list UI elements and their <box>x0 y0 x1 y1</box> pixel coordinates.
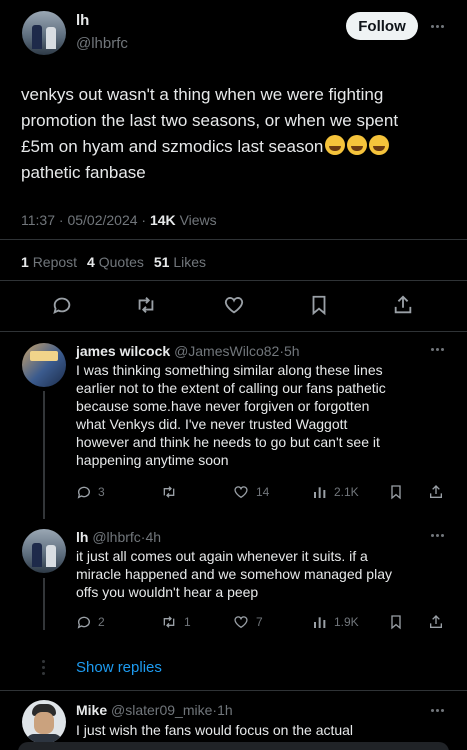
tweet-text-line: venkys out wasn't a thing when we were f… <box>21 85 384 104</box>
reposts-stat[interactable]: 1 Repost <box>21 254 77 270</box>
share-icon[interactable] <box>428 484 444 500</box>
tweet-time[interactable]: 11:37 <box>21 212 55 228</box>
thread-line <box>43 578 45 630</box>
reply-display-name[interactable]: Mike <box>76 702 107 718</box>
reply-count-button[interactable]: 3 <box>76 484 105 500</box>
divider <box>0 690 467 691</box>
reply-text: it just all comes out again whenever it … <box>76 548 392 600</box>
tweet-date[interactable]: 05/02/2024 <box>67 212 137 228</box>
reply-avatar[interactable] <box>22 700 66 744</box>
likes-stat[interactable]: 51 Likes <box>154 254 206 270</box>
repost-count-button[interactable]: 1 <box>160 614 191 630</box>
reply-icon <box>77 616 90 629</box>
views-icon <box>314 617 326 628</box>
more-options-icon[interactable] <box>427 529 447 541</box>
reply-text: I was thinking something similar along t… <box>76 362 386 468</box>
rofl-emoji-icon <box>369 135 390 155</box>
more-options-icon[interactable] <box>427 343 447 355</box>
follow-button[interactable]: Follow <box>346 12 418 40</box>
like-icon <box>234 616 248 629</box>
reply-age: 4h <box>145 529 162 545</box>
reply-age: 1h <box>217 702 233 718</box>
reply-header: Mike @slater09_mike·1h <box>76 702 233 718</box>
divider <box>0 280 467 281</box>
bookmark-icon[interactable] <box>388 484 404 500</box>
divider <box>0 331 467 332</box>
rofl-emoji-icon <box>325 135 346 155</box>
tweet-text-line: promotion the last two seasons, or when … <box>21 111 399 130</box>
views-label: Views <box>179 212 217 228</box>
like-count-button[interactable]: 7 <box>232 614 263 630</box>
reply-age: 5h <box>283 343 300 359</box>
reply-avatar[interactable] <box>22 343 66 387</box>
reply-header: lh @lhbrfc·4h <box>76 529 162 545</box>
reply-icon[interactable] <box>51 294 73 316</box>
repost-icon <box>163 486 175 498</box>
repost-icon <box>163 616 175 628</box>
reply-display-name[interactable]: lh <box>76 529 88 545</box>
reply-handle[interactable]: @JamesWilco82 <box>174 343 279 359</box>
author-display-name[interactable]: lh <box>76 12 89 29</box>
reply-handle[interactable]: @slater09_mike <box>111 702 212 718</box>
quotes-stat[interactable]: 4 Quotes <box>87 254 144 270</box>
tweet-text-segment: £5m on hyam and szmodics last season <box>21 137 324 156</box>
divider <box>0 239 467 240</box>
bookmark-icon[interactable] <box>388 614 404 630</box>
reply-header: james wilcock @JamesWilco82·5h <box>76 343 300 359</box>
tweet-text-line: pathetic fanbase <box>21 163 146 182</box>
share-icon[interactable] <box>392 294 414 316</box>
rofl-emoji-icon <box>347 135 368 155</box>
like-icon[interactable] <box>222 294 246 316</box>
bookmark-icon[interactable] <box>308 294 330 316</box>
more-options-icon[interactable] <box>427 20 447 32</box>
reply-count-button[interactable]: 2 <box>76 614 105 630</box>
views-icon <box>314 487 326 498</box>
author-avatar[interactable] <box>22 11 66 55</box>
like-count-button[interactable]: 14 <box>232 484 269 500</box>
show-replies-link[interactable]: Show replies <box>76 659 162 676</box>
views-count-button[interactable]: 1.9K <box>312 614 359 630</box>
repost-count-button[interactable] <box>160 484 184 500</box>
author-handle[interactable]: @lhbrfc <box>76 35 128 52</box>
reply-text: I just wish the fans would focus on the … <box>76 722 354 738</box>
share-icon[interactable] <box>428 614 444 630</box>
thread-line <box>43 391 45 519</box>
reply-handle[interactable]: @lhbrfc <box>92 529 140 545</box>
views-count-button[interactable]: 2.1K <box>312 484 359 500</box>
more-options-icon[interactable] <box>427 704 447 716</box>
reply-compose-bar[interactable] <box>18 742 449 750</box>
tweet-stats: 1 Repost 4 Quotes 51 Likes <box>21 254 206 270</box>
more-replies-dots <box>42 660 45 675</box>
tweet-text-line: £5m on hyam and szmodics last season <box>21 134 441 160</box>
views-count: 14K <box>149 212 176 228</box>
reply-display-name[interactable]: james wilcock <box>76 343 170 359</box>
repost-icon[interactable] <box>134 294 158 316</box>
reply-icon <box>77 486 90 499</box>
tweet-meta: 11:37 · 05/02/2024 · 14K Views <box>21 212 217 228</box>
tweet-text: venkys out wasn't a thing when we were f… <box>21 82 441 186</box>
reply-avatar[interactable] <box>22 529 66 573</box>
like-icon <box>234 486 248 499</box>
